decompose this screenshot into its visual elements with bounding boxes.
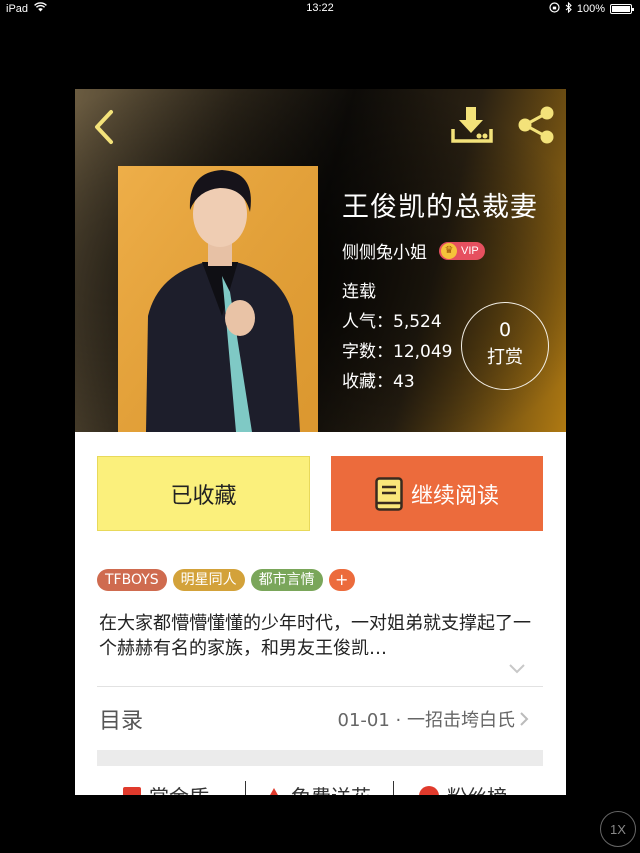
battery-percent: 100% <box>576 3 605 15</box>
continue-reading-label: 继续阅读 <box>410 483 499 509</box>
section-separator <box>97 750 543 766</box>
free-flower-button[interactable]: 免费送花 <box>265 781 371 795</box>
divider <box>97 686 543 687</box>
orientation-lock-icon <box>549 2 560 16</box>
latest-chapter: 01-01 · 一招击垮白氏 <box>337 710 515 731</box>
book-description: 在大家都懵懵懂懂的少年时代，一对姐弟就支撑起了一个赫赫有名的家族，和男友王俊凯… <box>99 613 531 659</box>
crown-icon: ♛ <box>441 242 457 259</box>
catalog-label: 目录 <box>99 709 144 734</box>
book-header: 王俊凯的总裁妻 侧侧兔小姐 ♛ VIP 连载 人气：5,524 字数：12,04… <box>75 89 566 432</box>
book-cover[interactable] <box>118 166 318 432</box>
collected-button[interactable]: 已收藏 <box>97 456 310 531</box>
zoom-button[interactable]: 1X <box>600 811 636 847</box>
share-button[interactable] <box>515 105 557 145</box>
bluetooth-icon <box>565 1 572 16</box>
chevron-right-icon <box>520 712 529 726</box>
download-icon <box>451 107 493 143</box>
tag-star-fanfic[interactable]: 明星同人 <box>172 569 245 591</box>
bottom-actions: 赏金盾 免费送花 粉丝榜 <box>97 781 543 795</box>
battery-icon <box>610 4 634 14</box>
continue-reading-button[interactable]: 继续阅读 <box>331 456 543 531</box>
expand-description-button[interactable] <box>507 661 527 675</box>
tag-urban-romance[interactable]: 都市言情 <box>250 569 323 591</box>
book-icon <box>375 476 403 511</box>
catalog-row[interactable]: 目录 01-01 · 一招击垮白氏 <box>97 693 543 743</box>
clock: 13:22 <box>306 2 334 14</box>
book-detail-page: 王俊凯的总裁妻 侧侧兔小姐 ♛ VIP 连载 人气：5,524 字数：12,04… <box>75 89 566 795</box>
chevron-left-icon <box>95 110 113 144</box>
download-button[interactable] <box>450 105 494 145</box>
chevron-down-icon <box>509 664 525 674</box>
book-title: 王俊凯的总裁妻 <box>342 192 538 223</box>
tag-list: TFBOYS 明星同人 都市言情 + <box>97 569 355 591</box>
share-icon <box>518 106 554 144</box>
shield-icon <box>123 786 141 795</box>
tip-label: 打赏 <box>487 347 523 368</box>
tip-count: 0 <box>498 319 512 341</box>
flower-icon <box>265 787 283 795</box>
ranking-icon <box>419 785 439 795</box>
tip-button[interactable]: 0 打赏 <box>461 302 549 390</box>
bounty-shield-button[interactable]: 赏金盾 <box>123 781 209 795</box>
tag-tfboys[interactable]: TFBOYS <box>97 569 167 591</box>
back-button[interactable] <box>89 107 121 147</box>
vip-badge: ♛ VIP <box>439 241 485 260</box>
separator <box>245 781 246 795</box>
separator <box>393 781 394 795</box>
author-name[interactable]: 侧侧兔小姐 <box>342 238 427 263</box>
collected-label: 已收藏 <box>170 483 237 509</box>
fan-ranking-button[interactable]: 粉丝榜 <box>419 781 507 795</box>
status-bar: iPad 13:22 100% <box>0 0 640 18</box>
add-tag-button[interactable]: + <box>328 569 355 591</box>
